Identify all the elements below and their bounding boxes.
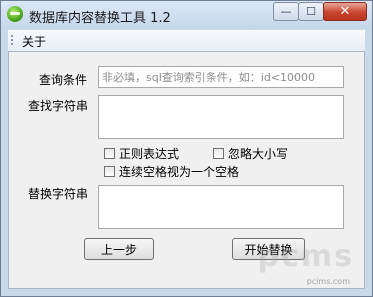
collapse-spaces-checkbox[interactable]: 连续空格视为一个空格 xyxy=(104,163,239,180)
collapse-spaces-checkbox-box[interactable] xyxy=(104,166,115,177)
watermark-logo: pcms xyxy=(257,239,354,274)
query-label: 查询条件 xyxy=(39,73,88,87)
menu-grip-icon xyxy=(11,35,13,47)
window-title: 数据库内容替换工具 1.2 xyxy=(29,11,171,26)
title-bar[interactable]: 数据库内容替换工具 1.2 — ☐ ✕ xyxy=(1,1,372,29)
app-icon xyxy=(7,6,23,22)
replace-textarea[interactable] xyxy=(98,185,344,229)
find-textarea[interactable] xyxy=(98,95,344,139)
replace-label: 替换字符串 xyxy=(28,187,89,201)
close-icon: ✕ xyxy=(339,4,351,19)
close-button[interactable]: ✕ xyxy=(323,2,367,21)
ignore-case-checkbox-box[interactable] xyxy=(213,148,224,159)
app-window: 数据库内容替换工具 1.2 — ☐ ✕ 关于 查询条件 查找字符串 正则表达式 … xyxy=(0,0,373,297)
back-button[interactable]: 上一步 xyxy=(84,238,154,260)
minimize-icon: — xyxy=(280,5,292,18)
regex-checkbox-box[interactable] xyxy=(104,148,115,159)
ignore-case-checkbox-label: 忽略大小写 xyxy=(228,147,289,161)
regex-checkbox[interactable]: 正则表达式 xyxy=(104,145,179,162)
find-label: 查找字符串 xyxy=(28,99,89,113)
collapse-spaces-checkbox-label: 连续空格视为一个空格 xyxy=(119,165,240,179)
regex-checkbox-label: 正则表达式 xyxy=(119,147,180,161)
menu-item-about[interactable]: 关于 xyxy=(19,33,49,50)
query-input[interactable] xyxy=(98,66,344,88)
maximize-icon: ☐ xyxy=(306,5,316,18)
watermark-url: pcims.com xyxy=(306,277,350,286)
menu-bar: 关于 xyxy=(8,30,365,52)
form-panel: 查询条件 查找字符串 正则表达式 忽略大小写 连续空格视为一个空格 替换字符串 … xyxy=(8,51,365,289)
ignore-case-checkbox[interactable]: 忽略大小写 xyxy=(213,145,288,162)
maximize-button[interactable]: ☐ xyxy=(298,2,324,21)
minimize-button[interactable]: — xyxy=(273,2,299,21)
